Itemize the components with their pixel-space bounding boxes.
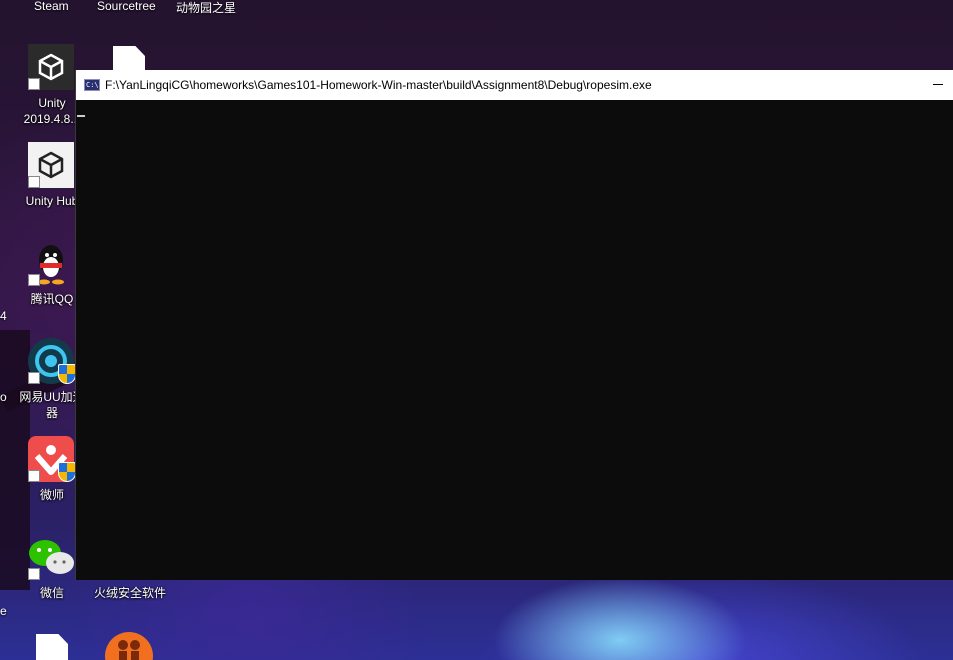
wechat-label[interactable]: 微信: [15, 586, 89, 601]
huorong-icon[interactable]: [105, 632, 153, 660]
huorong-figures-icon: [118, 640, 140, 660]
planet-zoo-label[interactable]: 动物园之星: [176, 0, 236, 16]
huorong-label[interactable]: 火绒安全软件: [92, 586, 168, 601]
window-title: F:\YanLingqiCG\homeworks\Games101-Homewo…: [105, 78, 652, 92]
wallpaper-tree-trunk: [0, 330, 30, 590]
wechat-icon[interactable]: [28, 534, 74, 580]
shortcut-arrow-icon: [28, 176, 40, 188]
console-titlebar[interactable]: C:\ F:\YanLingqiCG\homeworks\Games101-Ho…: [76, 70, 953, 100]
admin-shield-icon: [58, 364, 76, 384]
unity-icon[interactable]: [28, 44, 74, 90]
unity-hub-icon[interactable]: [28, 142, 74, 188]
console-window[interactable]: C:\ F:\YanLingqiCG\homeworks\Games101-Ho…: [75, 70, 953, 580]
minimize-icon[interactable]: [933, 84, 943, 85]
edge-text-e: e: [0, 604, 7, 618]
admin-shield-icon: [58, 462, 76, 482]
edge-text-o: o: [0, 390, 7, 404]
desktop: Steam Sourcetree 动物园之星 4 o e Unity 2019.…: [0, 0, 953, 660]
edge-text-4: 4: [0, 309, 7, 323]
unity-hub-logo-icon: [38, 151, 64, 179]
shortcut-arrow-icon: [28, 78, 40, 90]
shortcut-arrow-icon: [28, 568, 40, 580]
console-app-icon[interactable]: C:\: [84, 79, 100, 91]
shortcut-arrow-icon: [28, 274, 40, 286]
steam-label[interactable]: Steam: [34, 0, 69, 13]
file-icon-bottom[interactable]: [36, 634, 68, 660]
shortcut-arrow-icon: [28, 470, 40, 482]
weishi-icon[interactable]: [28, 436, 76, 482]
qq-penguin-icon[interactable]: [28, 240, 74, 286]
shortcut-arrow-icon: [28, 372, 40, 384]
text-cursor: [77, 115, 85, 117]
netease-uu-icon[interactable]: [28, 338, 76, 384]
unity-logo-icon: [38, 53, 64, 81]
sourcetree-label[interactable]: Sourcetree: [97, 0, 156, 13]
